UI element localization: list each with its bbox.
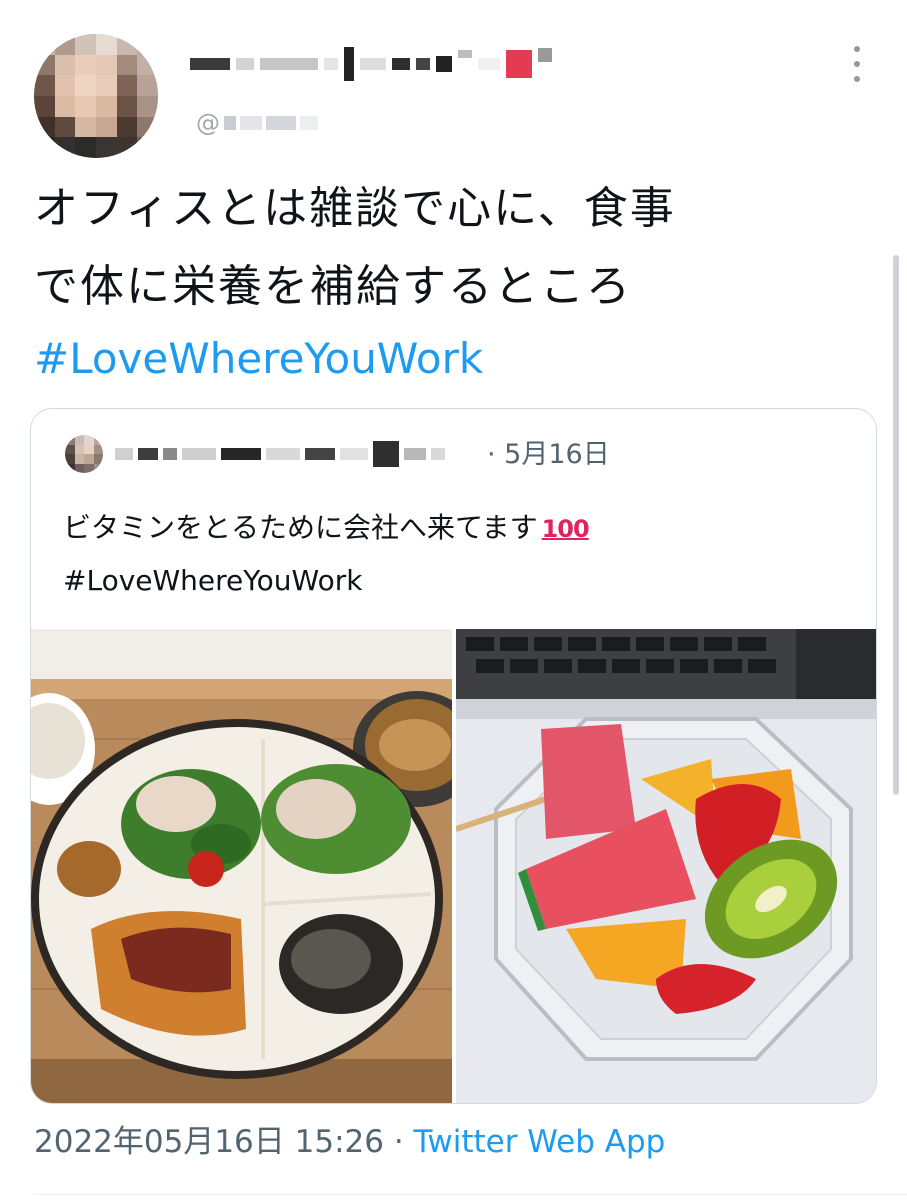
name-redaction-block: [373, 441, 399, 467]
tweet-text-line-1: オフィスとは雑談で心に、食事: [34, 183, 676, 234]
name-redaction-block: [266, 448, 300, 460]
fruit-cup-photo[interactable]: [456, 629, 876, 1103]
name-redaction-block: [538, 48, 552, 62]
name-redaction-block: [305, 448, 335, 460]
tweet-text: オフィスとは雑談で心に、食事 で体に栄養を補給するところ: [34, 170, 834, 326]
meta-separator: ·: [383, 1124, 414, 1160]
name-redaction-block: [260, 58, 318, 70]
handle-redaction-block: [266, 116, 296, 130]
name-redaction-block: [221, 448, 261, 460]
tweet-timestamp[interactable]: 2022年05月16日 15:26: [34, 1124, 384, 1160]
name-redaction-block: [138, 448, 158, 460]
fruit-cup-illustration: [456, 629, 876, 1103]
avatar-mosaic: [34, 34, 158, 158]
handle-redaction-block: [300, 116, 318, 130]
author-handle[interactable]: @: [196, 108, 322, 138]
tweet-meta: 2022年05月16日 15:26 · Twitter Web App: [34, 1120, 665, 1164]
quoted-text: ビタミンをとるために会社へ来てます 100: [63, 506, 590, 551]
tweet-source-link[interactable]: Twitter Web App: [414, 1124, 666, 1160]
author-avatar[interactable]: [34, 34, 158, 158]
name-redaction-block: [458, 50, 472, 58]
name-redaction-block: [344, 47, 354, 81]
name-redaction-block: [404, 448, 426, 460]
name-redaction-block: [340, 448, 368, 460]
name-redaction-block: [190, 58, 230, 70]
name-redaction-block: [431, 448, 445, 460]
name-redaction-block: [236, 58, 254, 70]
name-redaction-block: [182, 448, 216, 460]
name-redaction-block: [360, 58, 386, 70]
name-redaction-block: [163, 448, 177, 460]
handle-redaction-block: [240, 116, 262, 130]
lunch-plate-illustration: [31, 629, 452, 1103]
tweet-hashtag-link[interactable]: #LoveWhereYouWork: [34, 331, 483, 387]
quoted-avatar-mosaic: [65, 435, 103, 473]
quoted-hashtag-link[interactable]: #LoveWhereYouWork: [63, 561, 362, 601]
quoted-tweet-card[interactable]: · 5月16日 ビタミンをとるために会社へ来てます 100 #LoveWhereY…: [30, 408, 877, 1104]
name-redaction-block: [416, 58, 430, 70]
quoted-author-name[interactable]: [115, 439, 450, 469]
name-redaction-block: [324, 58, 338, 70]
hundred-points-emoji: 100: [541, 515, 590, 543]
tweet-text-line-2: で体に栄養を補給するところ: [34, 261, 632, 312]
divider: [34, 1194, 907, 1195]
name-redaction-block: [506, 50, 532, 78]
quoted-date[interactable]: · 5月16日: [487, 439, 610, 471]
scrollbar[interactable]: [893, 255, 899, 795]
name-redaction-block: [392, 58, 410, 70]
name-redaction-block: [436, 56, 452, 72]
more-vertical-icon[interactable]: [846, 46, 868, 82]
quoted-author-avatar[interactable]: [65, 435, 103, 473]
quoted-text-body: ビタミンをとるために会社へ来てます: [63, 511, 538, 544]
name-redaction-block: [115, 448, 133, 460]
handle-at-sign: @: [196, 109, 220, 137]
handle-redaction-block: [224, 116, 236, 130]
name-redaction-block: [478, 58, 500, 70]
lunch-plate-photo[interactable]: [31, 629, 452, 1103]
author-display-name[interactable]: [190, 42, 558, 86]
